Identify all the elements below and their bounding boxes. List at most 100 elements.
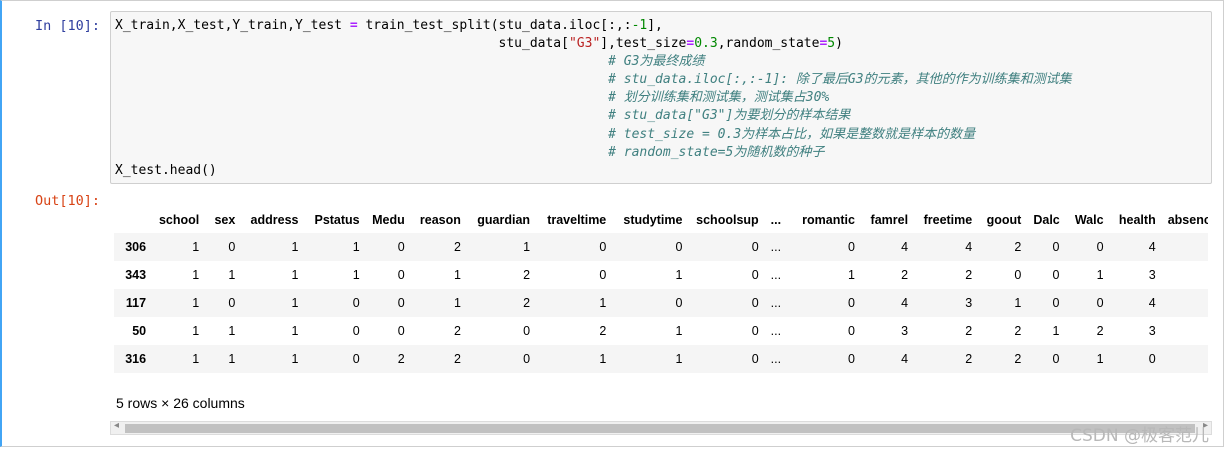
- column-header: Dalc: [1033, 213, 1060, 227]
- table-cell: ...: [770, 296, 782, 310]
- row-index: 343: [125, 268, 147, 282]
- table-cell: 2: [965, 352, 973, 366]
- code-comment: # stu_data.iloc[:,:-1]: 除了最后G3的元素，其他的作为训…: [608, 72, 1072, 88]
- table-cell: 0: [1096, 240, 1104, 254]
- table-cell: 2: [523, 268, 531, 282]
- column-header: Walc: [1074, 213, 1104, 227]
- table-cell: 0: [751, 240, 759, 254]
- table-cell: 0: [1052, 268, 1060, 282]
- table-cell: 0: [751, 352, 759, 366]
- table-cell: 0: [847, 324, 855, 338]
- column-header: Medu: [372, 213, 405, 227]
- scrollbar-thumb[interactable]: [125, 424, 1195, 433]
- output-prompt: Out[10]:: [34, 193, 100, 209]
- table-cell: 1: [1096, 268, 1104, 282]
- table-cell: 0: [352, 324, 360, 338]
- column-header: Pstatus: [314, 213, 360, 227]
- table-cell: 0: [1096, 296, 1104, 310]
- table-cell: 1: [291, 352, 299, 366]
- code-comment: # test_size = 0.3为样本占比，如果是整数就是样本的数量: [608, 126, 976, 142]
- column-header: traveltime: [547, 213, 607, 227]
- table-cell: 1: [228, 324, 236, 338]
- table-cell: 2: [523, 296, 531, 310]
- column-header: health: [1118, 213, 1156, 227]
- code-comment: # 划分训练集和测试集，测试集占30%: [608, 90, 830, 106]
- table-cell: 0: [523, 352, 531, 366]
- table-cell: 4: [1148, 240, 1156, 254]
- table-cell: [1162, 345, 1208, 373]
- table-cell: 4: [965, 240, 973, 254]
- column-header: studytime: [623, 213, 683, 227]
- table-cell: 1: [675, 268, 683, 282]
- table-cell: 2: [965, 268, 973, 282]
- table-cell: 1: [192, 352, 200, 366]
- table-cell: 0: [751, 268, 759, 282]
- table-cell: 3: [965, 296, 973, 310]
- table-cell: ...: [770, 352, 782, 366]
- table-cell: [1162, 317, 1208, 345]
- table-cell: 0: [1052, 296, 1060, 310]
- column-header: romantic: [802, 213, 855, 227]
- table-cell: 0: [1052, 240, 1060, 254]
- table-cell: 0: [1148, 352, 1156, 366]
- table-cell: 0: [847, 240, 855, 254]
- code-comment: # random_state=5为随机数的种子: [608, 144, 825, 160]
- watermark: CSDN @极客范儿: [1070, 426, 1209, 446]
- table-cell: 1: [1052, 324, 1060, 338]
- column-header: ...: [770, 213, 782, 227]
- table-row: 316 1 1 1 0 2 2 0 1 1 0... 0 4 2 2 0 1 0: [114, 345, 1208, 373]
- table-cell: 2: [1014, 240, 1022, 254]
- table-cell: 3: [1148, 324, 1156, 338]
- output-area: school sex address Pstatus Medu reason guardia…: [114, 201, 1208, 431]
- table-cell: 1: [291, 324, 299, 338]
- notebook-cell[interactable]: In [10]: X_train,X_test,Y_train,Y_test =…: [0, 0, 1224, 447]
- table-cell: 1: [228, 268, 236, 282]
- table-cell: 0: [352, 296, 360, 310]
- table-cell: 2: [1014, 324, 1022, 338]
- table-header-row: school sex address Pstatus Medu reason guardia…: [114, 207, 1208, 233]
- table-cell: 0: [847, 296, 855, 310]
- table-cell: 1: [847, 268, 855, 282]
- table-row: 50 1 1 1 0 0 2 0 2 1 0... 0 3 2 2 1 2 3: [114, 317, 1208, 345]
- table-cell: 1: [192, 296, 200, 310]
- table-cell: 1: [453, 268, 461, 282]
- table-cell: 0: [228, 240, 236, 254]
- table-cell: 0: [523, 324, 531, 338]
- table-cell: 0: [599, 268, 607, 282]
- table-cell: 4: [901, 296, 909, 310]
- table-row: 117 1 0 1 0 0 1 2 1 0 0... 0 4 3 1 0 0 4: [114, 289, 1208, 317]
- table-cell: 1: [192, 240, 200, 254]
- table-cell: ...: [770, 324, 782, 338]
- table-cell: ...: [770, 240, 782, 254]
- column-header: sex: [214, 213, 236, 227]
- row-index: 306: [125, 240, 147, 254]
- table-row: 306 1 0 1 1 0 2 1 0 0 0... 0 4 4 2 0 0 4: [114, 233, 1208, 261]
- table-cell: 0: [397, 240, 405, 254]
- table-cell: 0: [751, 324, 759, 338]
- table-cell: 1: [228, 352, 236, 366]
- table-cell: 2: [1096, 324, 1104, 338]
- row-index: 117: [125, 296, 147, 310]
- input-prompt: In [10]:: [34, 18, 100, 34]
- scroll-left-icon[interactable]: ◂: [114, 420, 119, 431]
- shape-summary: 5 rows × 26 columns: [116, 395, 245, 411]
- column-header: school: [158, 213, 200, 227]
- table-cell: 0: [1014, 268, 1022, 282]
- column-header: absences: [1167, 213, 1208, 227]
- column-header: goout: [986, 213, 1022, 227]
- table-cell: 0: [751, 296, 759, 310]
- table-cell: 1: [675, 324, 683, 338]
- table-cell: [1162, 233, 1208, 261]
- code-text[interactable]: X_train,X_test,Y_train,Y_test = train_te…: [115, 17, 1072, 180]
- code-editor[interactable]: X_train,X_test,Y_train,Y_test = train_te…: [110, 11, 1212, 184]
- table-cell: 1: [599, 352, 607, 366]
- row-index: 316: [125, 352, 147, 366]
- dataframe-table: school sex address Pstatus Medu reason guardia…: [114, 207, 1208, 373]
- horizontal-scrollbar[interactable]: ◂ ▸: [110, 420, 1212, 435]
- table-cell: 0: [228, 296, 236, 310]
- table-cell: 1: [523, 240, 531, 254]
- table-cell: 0: [397, 268, 405, 282]
- table-cell: 2: [453, 324, 461, 338]
- table-cell: 1: [675, 352, 683, 366]
- code-comment: # stu_data["G3"]为要划分的样本结果: [608, 108, 851, 124]
